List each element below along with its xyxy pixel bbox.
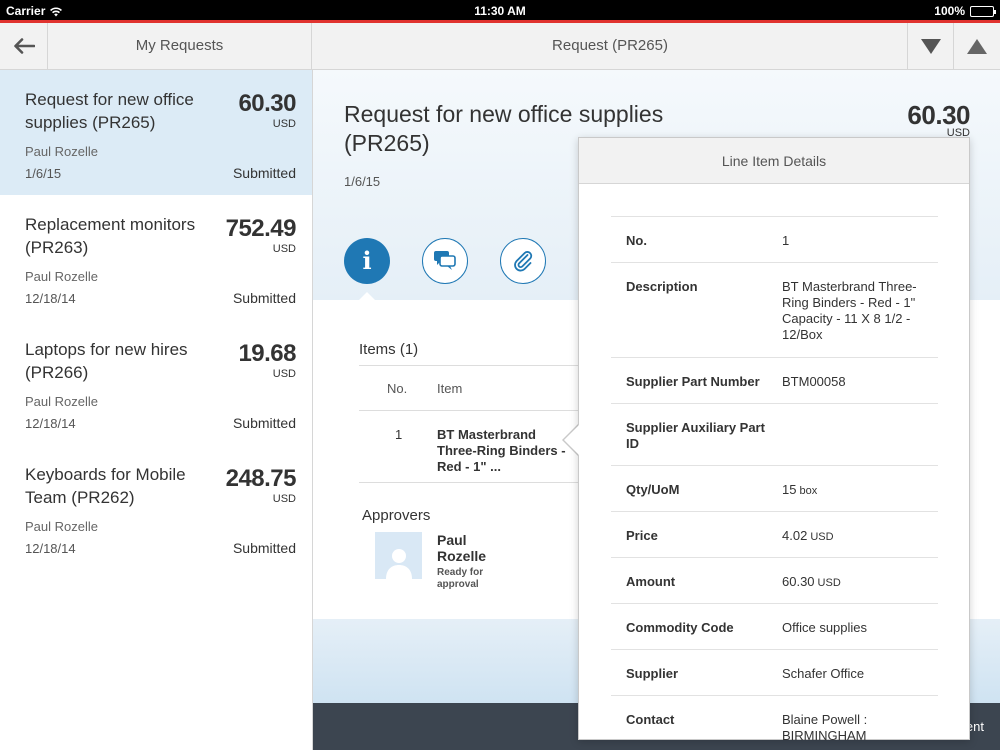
comments-icon — [434, 251, 456, 270]
detail-value: Blaine Powell : BIRMINGHAM — [782, 712, 868, 743]
detail-label: Supplier — [626, 666, 679, 681]
request-title: Replacement monitors (PR263) — [25, 215, 196, 257]
items-table-header: No. Item — [359, 365, 599, 411]
detail-row: No. 1 — [611, 217, 938, 263]
triangle-down-icon — [921, 38, 941, 54]
request-currency: USD — [272, 368, 296, 380]
back-arrow-icon — [13, 38, 35, 54]
detail-value: 15 box — [782, 482, 818, 497]
detail-row: Supplier Auxiliary Part ID — [611, 404, 938, 466]
line-item-popover: Line Item Details No. 1 Description BT M… — [578, 137, 970, 743]
attachments-tab-button[interactable] — [500, 238, 546, 284]
request-currency: USD — [272, 118, 296, 130]
detail-value: Office supplies — [782, 620, 868, 635]
column-no: No. — [387, 381, 408, 396]
info-tab-button[interactable]: i — [344, 238, 390, 284]
detail-date: 1/6/15 — [344, 174, 381, 189]
tab-pointer — [358, 292, 376, 301]
approvers-title: Approvers — [362, 507, 431, 524]
triangle-up-icon — [967, 38, 987, 54]
previous-button[interactable] — [953, 23, 1000, 69]
request-list: Request for new office supplies (PR265) … — [0, 70, 313, 750]
detail-row: Amount 60.30 USD — [611, 558, 938, 604]
list-title: My Requests — [48, 23, 312, 69]
request-title: Request for new office supplies (PR265) — [25, 90, 194, 132]
items-title: Items (1) — [359, 341, 419, 358]
request-status: Submitted — [232, 290, 296, 306]
request-amount: 248.75 — [225, 465, 297, 492]
detail-row: Qty/UoM 15 box — [611, 466, 938, 512]
detail-row: Commodity Code Office supplies — [611, 604, 938, 650]
approver-name: Paul Rozelle — [437, 532, 487, 564]
detail-label: Contact — [626, 712, 675, 727]
popover-title: Line Item Details — [579, 138, 969, 184]
detail-value: BT Masterbrand Three-Ring Binders - Red … — [782, 279, 917, 342]
detail-title: Request (PR265) — [552, 37, 668, 54]
request-status: Submitted — [232, 540, 296, 556]
request-title: Keyboards for Mobile Team (PR262) — [25, 465, 186, 507]
battery-icon — [970, 5, 996, 17]
detail-label: Description — [626, 279, 698, 294]
avatar — [375, 532, 422, 579]
detail-label: Price — [626, 528, 658, 543]
request-person: Paul Rozelle — [25, 269, 98, 284]
detail-label: Amount — [626, 574, 676, 589]
popover-arrow-fill — [564, 425, 579, 455]
detail-label: Supplier Part Number — [626, 374, 760, 389]
list-item[interactable]: Replacement monitors (PR263) 752.49 USD … — [0, 195, 312, 320]
detail-value: 1 — [782, 233, 790, 248]
request-status: Submitted — [232, 165, 296, 181]
request-date: 12/18/14 — [25, 416, 76, 431]
line-item-details: No. 1 Description BT Masterbrand Three-R… — [611, 216, 938, 743]
clock: 11:30 AM — [474, 4, 526, 18]
row-item: BT Masterbrand Three-Ring Binders - Red … — [437, 427, 566, 474]
info-icon: i — [362, 246, 372, 275]
back-button[interactable] — [0, 23, 48, 69]
detail-row: Contact Blaine Powell : BIRMINGHAM — [611, 696, 938, 743]
column-item: Item — [437, 381, 463, 396]
detail-row: Price 4.02 USD — [611, 512, 938, 558]
person-icon — [385, 549, 412, 579]
request-amount: 60.30 — [238, 90, 296, 117]
comments-tab-button[interactable] — [422, 238, 468, 284]
list-item[interactable]: Laptops for new hires (PR266) 19.68 USD … — [0, 320, 312, 445]
request-title: Laptops for new hires (PR266) — [25, 340, 188, 382]
detail-row: Supplier Part Number BTM00058 — [611, 358, 938, 404]
detail-value: 60.30 USD — [782, 574, 841, 589]
detail-value: Schafer Office — [782, 666, 865, 681]
paperclip-icon — [514, 251, 533, 272]
detail-label: Qty/UoM — [626, 482, 680, 497]
status-bar: Carrier 11:30 AM 100% — [0, 0, 1000, 22]
battery-percent: 100% — [934, 4, 965, 18]
request-currency: USD — [272, 493, 296, 505]
detail-row: Supplier Schafer Office — [611, 650, 938, 696]
request-person: Paul Rozelle — [25, 394, 98, 409]
request-status: Submitted — [232, 415, 296, 431]
request-date: 12/18/14 — [25, 541, 76, 556]
detail-label: No. — [626, 233, 647, 248]
request-amount: 752.49 — [225, 215, 297, 242]
detail-row: Description BT Masterbrand Three-Ring Bi… — [611, 263, 938, 358]
nav-header: My Requests Request (PR265) — [0, 23, 1000, 70]
detail-value: 4.02 USD — [782, 528, 834, 543]
request-date: 12/18/14 — [25, 291, 76, 306]
request-person: Paul Rozelle — [25, 519, 98, 534]
approver-status: Ready for approval — [437, 567, 484, 590]
detail-label: Commodity Code — [626, 620, 734, 635]
detail-label: Supplier Auxiliary Part ID — [626, 420, 765, 451]
request-date: 1/6/15 — [25, 166, 62, 181]
detail-value: BTM00058 — [782, 374, 846, 389]
battery-group: 100% — [934, 4, 996, 18]
list-item[interactable]: Request for new office supplies (PR265) … — [0, 70, 312, 195]
request-amount: 19.68 — [238, 340, 296, 367]
next-button[interactable] — [907, 23, 954, 69]
list-item[interactable]: Keyboards for Mobile Team (PR262) 248.75… — [0, 445, 312, 570]
request-currency: USD — [272, 243, 296, 255]
request-person: Paul Rozelle — [25, 144, 98, 159]
row-no: 1 — [395, 427, 403, 442]
